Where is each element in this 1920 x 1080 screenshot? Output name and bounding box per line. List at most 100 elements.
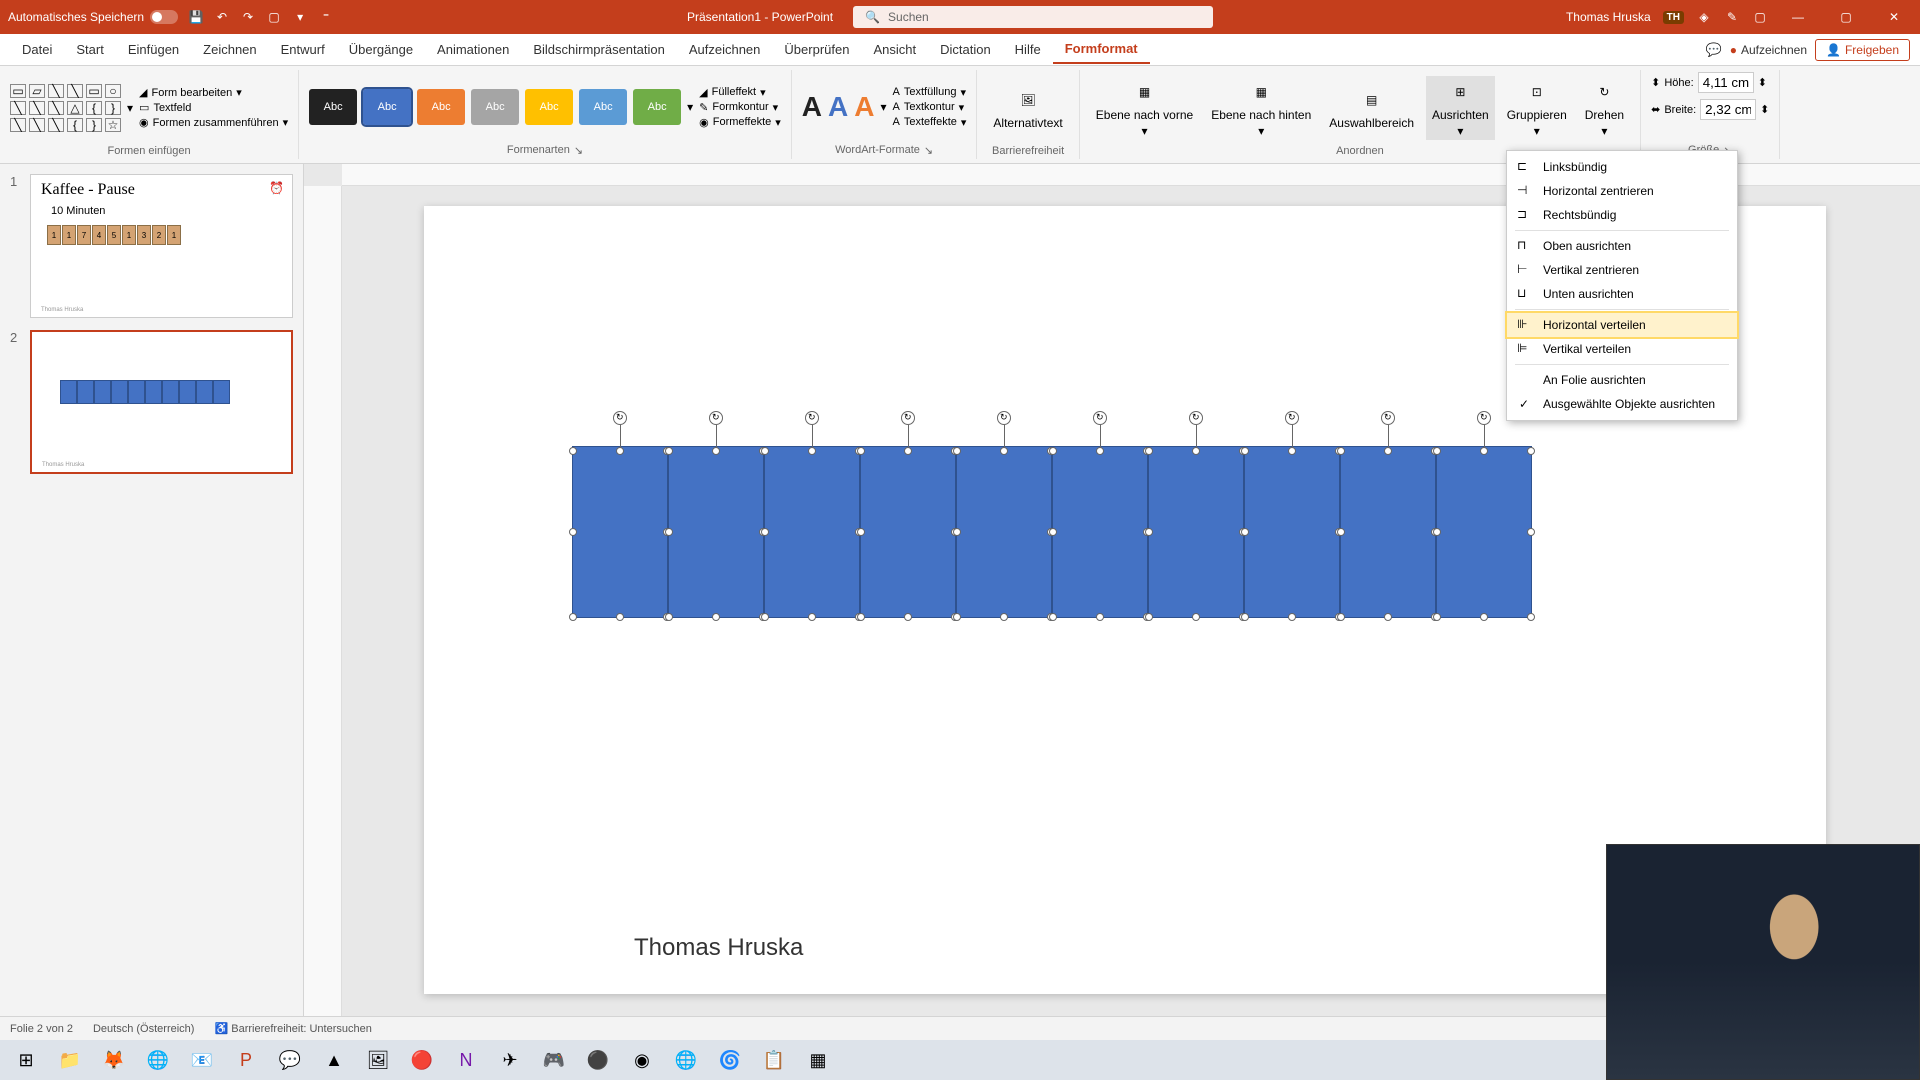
gruppieren-button[interactable]: ⊡Gruppieren▾ (1501, 76, 1573, 140)
app-icon[interactable]: ▦ (796, 1042, 840, 1078)
drehen-button[interactable]: ↻Drehen▾ (1579, 76, 1630, 140)
form-bearbeiten-button[interactable]: ◢ Form bearbeiten ▾ (139, 86, 288, 99)
wordart-more-icon[interactable]: ▾ (881, 100, 887, 114)
slide-counter[interactable]: Folie 2 von 2 (10, 1023, 73, 1035)
ausrichten-button[interactable]: ⊞Ausrichten▾ (1426, 76, 1495, 140)
menu-rechtsbuendig[interactable]: ⊐Rechtsbündig (1507, 203, 1737, 227)
tab-ueberpruefen[interactable]: Überprüfen (772, 36, 861, 63)
shape-gallery[interactable]: ▭▱╲╲▭○ ╲╲╲△{} ╲╲╲{}☆ (10, 84, 121, 132)
menu-unten-ausrichten[interactable]: ⊔Unten ausrichten (1507, 282, 1737, 306)
app-icon[interactable]: 💬 (268, 1042, 312, 1078)
autosave-toggle[interactable]: Automatisches Speichern (8, 10, 178, 24)
textkontur-button[interactable]: A Textkontur ▾ (893, 101, 967, 114)
shape-rectangle[interactable] (860, 446, 956, 618)
minimize-button[interactable]: — (1780, 5, 1816, 29)
menu-ausgewaehlte[interactable]: ✓Ausgewählte Objekte ausrichten (1507, 392, 1737, 416)
tab-zeichnen[interactable]: Zeichnen (191, 36, 268, 63)
search-input[interactable]: 🔍 Suchen (853, 6, 1213, 28)
quick-access-icon[interactable]: ▾ (292, 9, 308, 25)
undo-icon[interactable]: ↶ (214, 9, 230, 25)
slide-thumbnail-2[interactable]: Thomas Hruska (30, 330, 293, 474)
accessibility-indicator[interactable]: ♿ Barrierefreiheit: Untersuchen (214, 1022, 371, 1035)
start-button[interactable]: ⊞ (4, 1042, 48, 1078)
app-icon[interactable]: ◉ (620, 1042, 664, 1078)
explorer-icon[interactable]: 📁 (48, 1042, 92, 1078)
tab-ansicht[interactable]: Ansicht (861, 36, 928, 63)
ebene-hinten-button[interactable]: ▦Ebene nach hinten▾ (1205, 76, 1317, 140)
comments-icon[interactable]: 💬 (1706, 42, 1722, 58)
vlc-icon[interactable]: ▲ (312, 1042, 356, 1078)
alternativtext-button[interactable]: 🖼 Alternativtext (987, 84, 1068, 132)
shape-rectangle[interactable] (1052, 446, 1148, 618)
tab-dictation[interactable]: Dictation (928, 36, 1003, 63)
redo-icon[interactable]: ↷ (240, 9, 256, 25)
app-icon[interactable]: 🔴 (400, 1042, 444, 1078)
shape-rectangle[interactable] (572, 446, 668, 618)
slide-panel[interactable]: 1 ⏰ Kaffee - Pause 10 Minuten 117451321 … (0, 164, 304, 1026)
telegram-icon[interactable]: ✈ (488, 1042, 532, 1078)
shape-rectangle[interactable] (1436, 446, 1532, 618)
app-icon[interactable]: 🌐 (664, 1042, 708, 1078)
pen-icon[interactable]: ✎ (1724, 9, 1740, 25)
language-indicator[interactable]: Deutsch (Österreich) (93, 1023, 194, 1035)
formen-zusammen-button[interactable]: ◉ Formen zusammenführen ▾ (139, 116, 288, 129)
freigeben-button[interactable]: 👤Freigeben (1815, 39, 1910, 61)
tab-datei[interactable]: Datei (10, 36, 64, 63)
onenote-icon[interactable]: N (444, 1042, 488, 1078)
close-button[interactable]: ✕ (1876, 5, 1912, 29)
formkontur-button[interactable]: ✎ Formkontur ▾ (699, 101, 781, 114)
tab-uebergaenge[interactable]: Übergänge (337, 36, 425, 63)
wordart-gallery[interactable]: A A A ▾ (802, 91, 887, 123)
style-more-icon[interactable]: ▾ (687, 100, 693, 114)
tab-animationen[interactable]: Animationen (425, 36, 521, 63)
edge-icon[interactable]: 🌀 (708, 1042, 752, 1078)
menu-an-folie[interactable]: An Folie ausrichten (1507, 368, 1737, 392)
menu-linksbuendig[interactable]: ⊏Linksbündig (1507, 155, 1737, 179)
tab-start[interactable]: Start (64, 36, 115, 63)
app-icon[interactable]: 🖼 (356, 1042, 400, 1078)
textfeld-button[interactable]: ▭ Textfeld (139, 101, 288, 114)
tab-aufzeichnen[interactable]: Aufzeichnen (677, 36, 773, 63)
maximize-button[interactable]: ▢ (1828, 5, 1864, 29)
chrome-icon[interactable]: 🌐 (136, 1042, 180, 1078)
hoehe-input[interactable] (1698, 72, 1754, 93)
tab-formformat[interactable]: Formformat (1053, 35, 1150, 64)
qat-more-icon[interactable]: ⁼ (318, 9, 334, 25)
app-icon[interactable]: 📋 (752, 1042, 796, 1078)
auswahlbereich-button[interactable]: ▤Auswahlbereich (1323, 84, 1420, 132)
shape-rectangle[interactable] (668, 446, 764, 618)
menu-vertikal-verteilen[interactable]: ⊫Vertikal verteilen (1507, 337, 1737, 361)
shape-style-gallery[interactable]: Abc Abc Abc Abc Abc Abc Abc ▾ (309, 89, 693, 125)
tab-einfuegen[interactable]: Einfügen (116, 36, 191, 63)
obs-icon[interactable]: ⚫ (576, 1042, 620, 1078)
dialog-launcher-icon[interactable]: ↘ (574, 144, 583, 157)
fuelleffekt-button[interactable]: ◢ Fülleffekt ▾ (699, 86, 781, 99)
aufzeichnen-button[interactable]: ●Aufzeichnen (1730, 43, 1807, 57)
powerpoint-icon[interactable]: P (224, 1042, 268, 1078)
shape-rectangle[interactable] (956, 446, 1052, 618)
shape-rectangle[interactable] (764, 446, 860, 618)
tab-hilfe[interactable]: Hilfe (1003, 36, 1053, 63)
tab-bildschirm[interactable]: Bildschirmpräsentation (521, 36, 677, 63)
shape-rectangle[interactable] (1148, 446, 1244, 618)
gallery-more-icon[interactable]: ▾ (127, 101, 133, 115)
slide-thumbnail-1[interactable]: ⏰ Kaffee - Pause 10 Minuten 117451321 Th… (30, 174, 293, 318)
save-icon[interactable]: 💾 (188, 9, 204, 25)
menu-horizontal-zentrieren[interactable]: ⊣Horizontal zentrieren (1507, 179, 1737, 203)
outlook-icon[interactable]: 📧 (180, 1042, 224, 1078)
dialog-launcher-icon[interactable]: ↘ (924, 144, 933, 157)
menu-vertikal-zentrieren[interactable]: ⊢Vertikal zentrieren (1507, 258, 1737, 282)
texteffekte-button[interactable]: A Texteffekte ▾ (893, 116, 967, 129)
firefox-icon[interactable]: 🦊 (92, 1042, 136, 1078)
cloud-icon[interactable]: ◈ (1696, 9, 1712, 25)
app-icon[interactable]: 🎮 (532, 1042, 576, 1078)
ribbon-options-icon[interactable]: ▢ (1752, 9, 1768, 25)
from-beginning-icon[interactable]: ▢ (266, 9, 282, 25)
menu-oben-ausrichten[interactable]: ⊓Oben ausrichten (1507, 234, 1737, 258)
textfuellung-button[interactable]: A Textfüllung ▾ (893, 86, 967, 99)
breite-input[interactable] (1700, 99, 1756, 120)
menu-horizontal-verteilen[interactable]: ⊪Horizontal verteilen (1507, 313, 1737, 337)
user-avatar[interactable]: TH (1663, 11, 1684, 24)
ebene-vorne-button[interactable]: ▦Ebene nach vorne▾ (1090, 76, 1199, 140)
shape-rectangle[interactable] (1244, 446, 1340, 618)
